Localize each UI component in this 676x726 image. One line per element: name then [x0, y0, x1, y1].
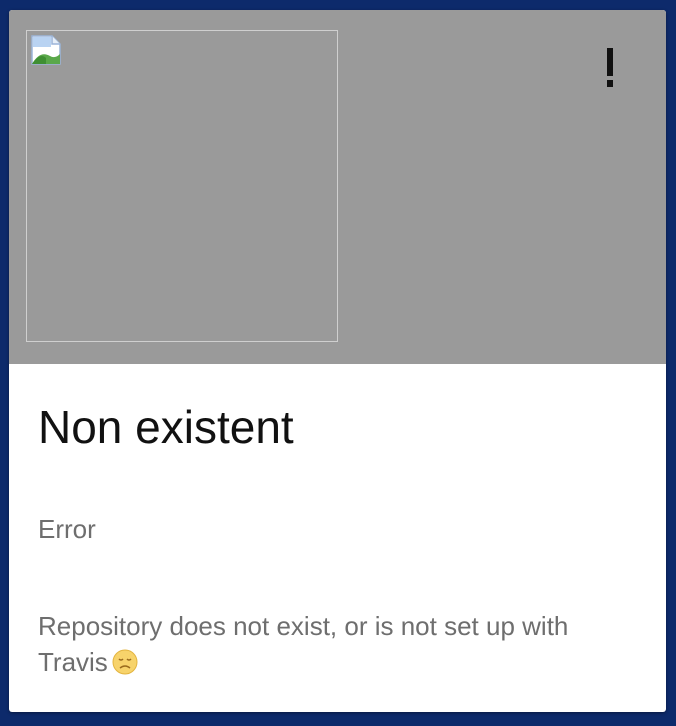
repository-image-frame [26, 30, 338, 342]
exclamation-icon [607, 48, 613, 87]
sad-face-emoji-icon [112, 649, 138, 675]
broken-image-icon [31, 35, 61, 65]
repository-title: Non existent [38, 401, 294, 453]
repository-card[interactable]: Non existent Error Repository does not e… [9, 10, 666, 712]
build-status-label: Error [38, 514, 96, 544]
card-body: Non existent Error Repository does not e… [9, 364, 666, 712]
card-header [9, 10, 666, 364]
status-description: Repository does not exist, or is not set… [38, 608, 638, 680]
